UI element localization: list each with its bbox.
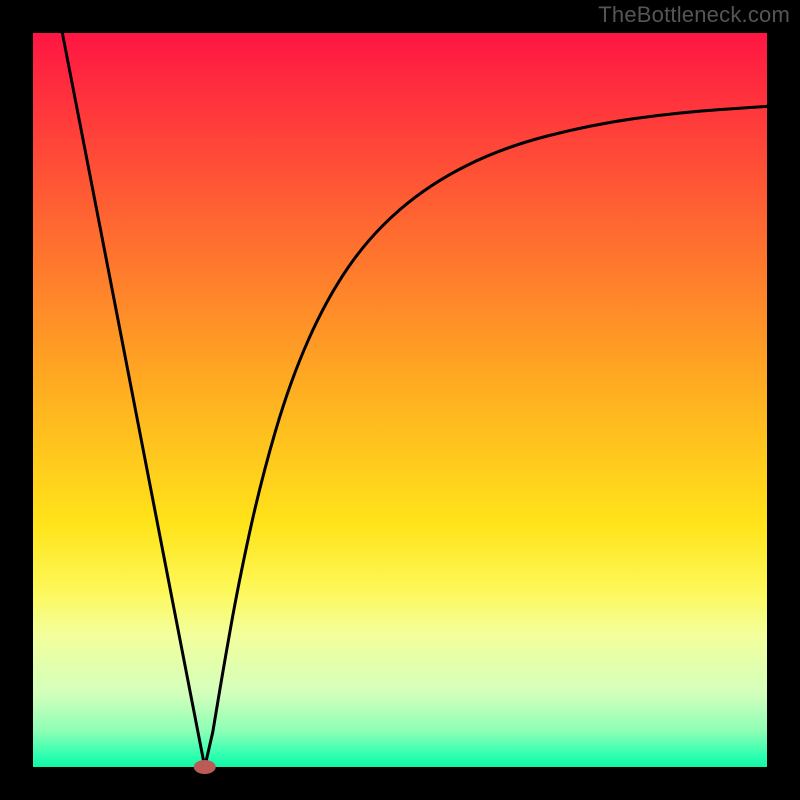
bottleneck-chart (0, 0, 800, 800)
plot-background (33, 33, 767, 767)
optimal-point-marker (194, 760, 216, 774)
attribution-label: TheBottleneck.com (598, 2, 790, 28)
chart-root: TheBottleneck.com (0, 0, 800, 800)
